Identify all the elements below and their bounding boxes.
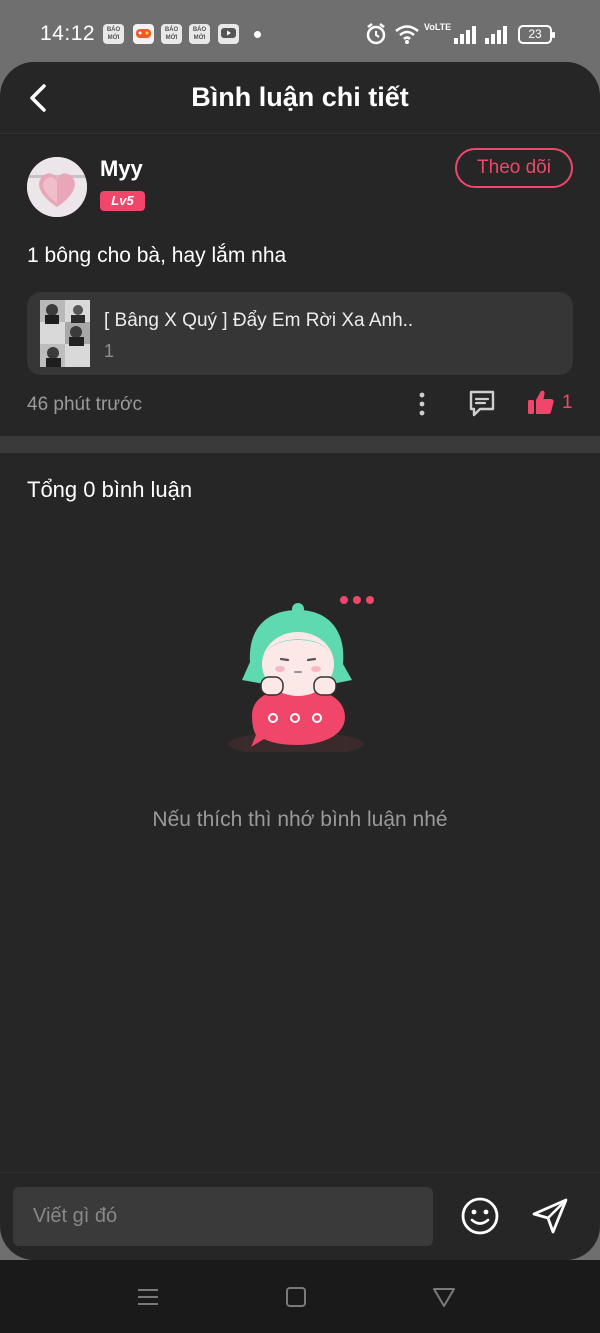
youtube-icon [218, 24, 239, 44]
wifi-icon [395, 25, 419, 44]
thumbs-up-icon [528, 390, 554, 414]
level-badge: Lv5 [100, 191, 145, 211]
user-name[interactable]: Myy [100, 156, 143, 182]
song-title: [ Bâng X Quý ] Đẩy Em Rời Xa Anh.. [104, 310, 414, 331]
section-divider [0, 436, 600, 453]
empty-state-message: Nếu thích thì nhớ bình luận nhé [152, 808, 448, 831]
signal-icon [454, 26, 476, 44]
avatar[interactable] [27, 157, 87, 217]
like-button[interactable]: 1 [527, 388, 577, 418]
volte-label: VoLTE [424, 22, 452, 32]
comment-composer [0, 1172, 600, 1260]
status-time: 14:12 [40, 22, 96, 45]
send-icon[interactable] [530, 1196, 570, 1236]
smiley-icon[interactable] [460, 1196, 500, 1236]
status-bar: 14:12 BÁO MỚI BÁO MỚI BÁO MỚI VoLTE 23 [0, 0, 600, 62]
baomoi-app-icon: BÁO MỚI [161, 24, 182, 44]
alarm-icon [366, 23, 386, 45]
comment-input[interactable] [13, 1187, 433, 1246]
header: Bình luận chi tiết [0, 62, 600, 134]
page-title: Bình luận chi tiết [191, 82, 409, 112]
menu-icon[interactable] [134, 1283, 162, 1311]
comment-detail-screen: Bình luận chi tiết Myy Lv5 Theo dõi 1 bô… [0, 62, 600, 1260]
empty-state-illustration [228, 596, 374, 752]
total-comments-label: Tổng 0 bình luận [27, 477, 193, 502]
notification-dot [254, 31, 261, 38]
home-icon[interactable] [282, 1283, 310, 1311]
game-app-icon [133, 24, 154, 44]
baomoi-app-icon: BÁO MỚI [103, 24, 124, 44]
song-count: 1 [104, 341, 115, 361]
comment-text: 1 bông cho bà, hay lắm nha [27, 244, 287, 267]
song-thumbnail [40, 300, 90, 367]
system-nav-bar [0, 1260, 600, 1333]
comment-timestamp: 46 phút trước [27, 394, 142, 415]
like-count: 1 [562, 392, 573, 413]
more-vertical-icon[interactable] [410, 390, 434, 418]
battery-indicator: 23 [518, 25, 555, 44]
comment-icon[interactable] [467, 388, 497, 418]
song-card[interactable]: [ Bâng X Quý ] Đẩy Em Rời Xa Anh.. 1 [27, 292, 573, 375]
signal-icon [485, 26, 507, 44]
baomoi-app-icon: BÁO MỚI [189, 24, 210, 44]
follow-button[interactable]: Theo dõi [455, 148, 573, 188]
back-triangle-icon[interactable] [430, 1283, 458, 1311]
